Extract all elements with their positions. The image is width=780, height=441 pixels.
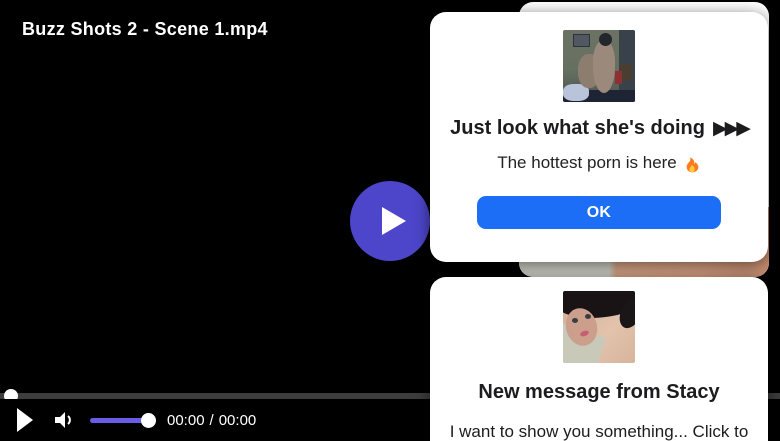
offer-subtitle: The hottest porn is here bbox=[430, 153, 768, 173]
thumbnail-art bbox=[573, 34, 590, 47]
big-play-button[interactable] bbox=[350, 181, 430, 261]
message-body: I want to show you something... Click to bbox=[449, 422, 749, 441]
play-icon bbox=[17, 408, 33, 432]
video-title: Buzz Shots 2 - Scene 1.mp4 bbox=[22, 19, 268, 39]
offer-heading-text: Just look what she's doing bbox=[450, 117, 705, 139]
message-thumbnail[interactable] bbox=[563, 291, 635, 363]
volume-button[interactable] bbox=[52, 409, 74, 431]
message-heading: New message from Stacy bbox=[430, 380, 768, 404]
offer-subtitle-text: The hottest porn is here bbox=[497, 153, 677, 172]
video-player-page: Buzz Shots 2 - Scene 1.mp4 00:00 / 00:00 bbox=[0, 0, 780, 441]
thumbnail-art bbox=[572, 318, 578, 323]
play-icon bbox=[381, 207, 406, 235]
time-display: 00:00 / 00:00 bbox=[167, 412, 256, 429]
thumbnail-art bbox=[585, 314, 591, 319]
current-time: 00:00 bbox=[167, 411, 205, 429]
volume-slider[interactable] bbox=[90, 412, 156, 428]
thumbnail-art bbox=[593, 41, 615, 93]
offer-popup[interactable]: Just look what she's doing ▶▶▶ The hotte… bbox=[430, 12, 768, 262]
thumbnail-art bbox=[615, 71, 622, 84]
message-heading-text: New message from Stacy bbox=[478, 381, 720, 403]
triple-play-arrows-icon: ▶▶▶ bbox=[712, 117, 751, 139]
duration-time: 00:00 bbox=[218, 411, 257, 429]
volume-thumb[interactable] bbox=[141, 412, 156, 428]
play-button[interactable] bbox=[17, 408, 33, 432]
offer-thumbnail[interactable] bbox=[563, 30, 635, 102]
fire-icon bbox=[686, 156, 699, 172]
offer-heading: Just look what she's doing ▶▶▶ bbox=[430, 116, 768, 140]
speaker-icon bbox=[55, 412, 71, 428]
time-separator: / bbox=[209, 411, 214, 429]
thumbnail-art bbox=[599, 33, 612, 46]
message-popup[interactable]: New message from Stacy I want to show yo… bbox=[430, 277, 768, 441]
ok-button[interactable]: OK bbox=[477, 196, 721, 229]
